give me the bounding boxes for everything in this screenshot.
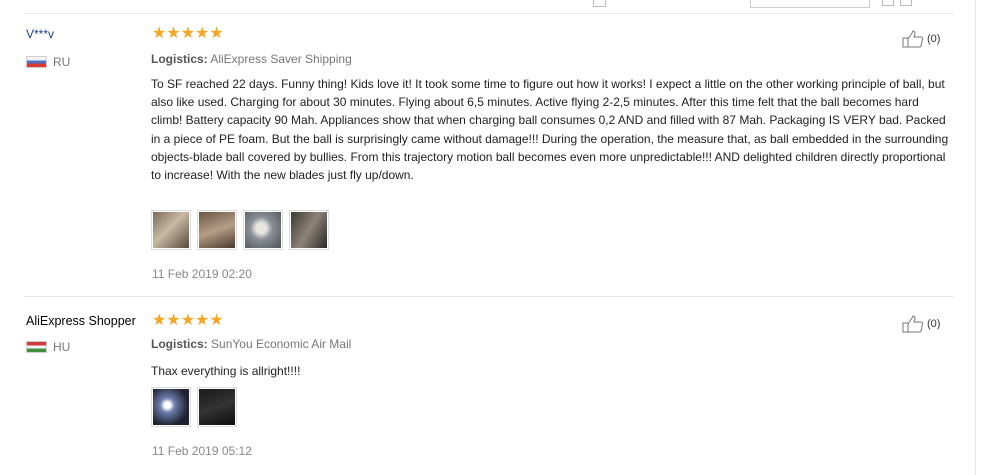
helpful-count: (0) [927, 33, 941, 45]
sort-select[interactable] [750, 0, 870, 8]
review-date: 11 Feb 2019 02:20 [152, 267, 252, 281]
country-code: HU [53, 340, 71, 354]
logistics-info: Logistics: SunYou Economic Air Mail [151, 337, 351, 351]
logistics-value: AliExpress Saver Shipping [210, 52, 352, 66]
grid-view-icon[interactable] [900, 0, 912, 6]
logistics-label: Logistics: [151, 337, 208, 351]
star-rating: ★★★★★ [152, 312, 224, 329]
helpful-count: (0) [927, 318, 941, 330]
flag-icon [26, 56, 47, 68]
review-photo-thumbnail[interactable] [151, 210, 191, 250]
reviewer-country: RU [26, 55, 70, 69]
helpful-button[interactable]: (0) [902, 315, 940, 333]
star-rating: ★★★★★ [152, 25, 224, 42]
review-date: 11 Feb 2019 05:12 [152, 444, 252, 458]
review-photo-thumbnail[interactable] [151, 387, 191, 427]
review-photos [151, 210, 335, 250]
logistics-value: SunYou Economic Air Mail [211, 337, 352, 351]
review-photo-thumbnail[interactable] [197, 210, 237, 250]
filter-bar-partial [0, 0, 982, 12]
review-photos [151, 387, 243, 427]
country-code: RU [53, 55, 71, 69]
reviewer-country: HU [26, 340, 70, 354]
review-item: AliExpress Shopper HU ★★★★★ Logistics: S… [24, 297, 954, 475]
review-photo-thumbnail[interactable] [243, 210, 283, 250]
list-view-icon[interactable] [882, 0, 894, 6]
review-text: Thax everything is allright!!!! [151, 364, 301, 378]
review-text: To SF reached 22 days. Funny thing! Kids… [151, 77, 949, 183]
review-item: V***v RU ★★★★★ Logistics: AliExpress Sav… [24, 14, 954, 297]
filter-checkbox[interactable] [593, 0, 606, 7]
thumbs-up-icon [902, 30, 924, 48]
reviewer-name[interactable]: V***v [26, 27, 54, 41]
reviewer-name: AliExpress Shopper [26, 314, 136, 328]
thumbs-up-icon [902, 315, 924, 333]
flag-icon [26, 341, 47, 353]
review-photo-thumbnail[interactable] [197, 387, 237, 427]
review-photo-thumbnail[interactable] [289, 210, 329, 250]
logistics-info: Logistics: AliExpress Saver Shipping [151, 52, 352, 66]
helpful-button[interactable]: (0) [902, 30, 940, 48]
logistics-label: Logistics: [151, 52, 208, 66]
divider [975, 0, 976, 475]
